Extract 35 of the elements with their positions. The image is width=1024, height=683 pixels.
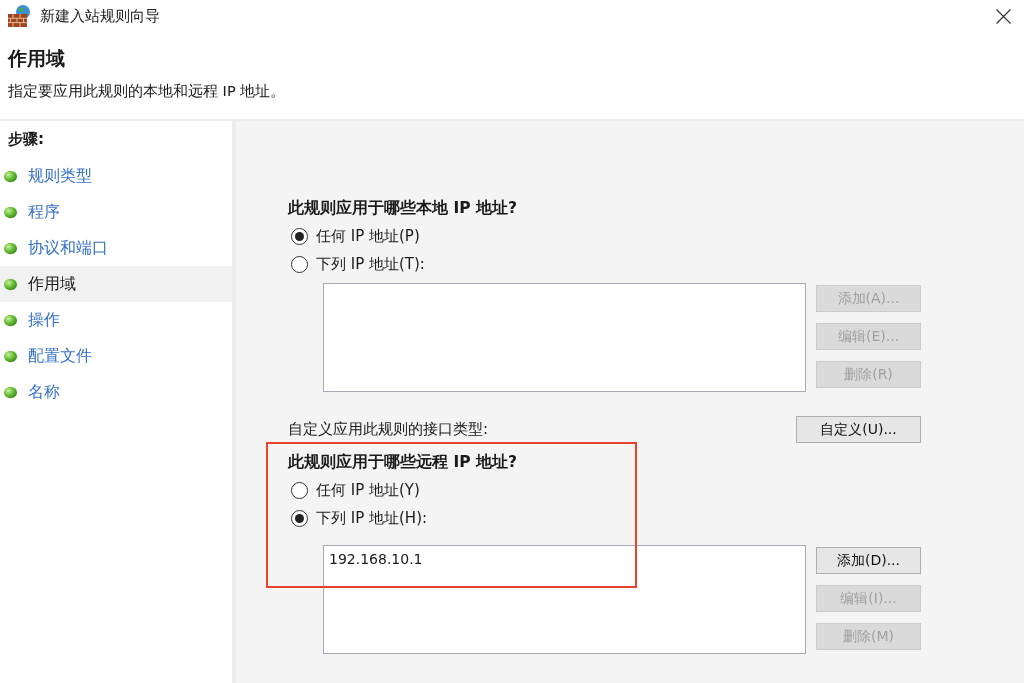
radio-label[interactable]: 任何 IP 地址(Y) [316, 480, 420, 500]
interface-type-label: 自定义应用此规则的接口类型: [288, 420, 489, 439]
sphere-icon [4, 169, 17, 183]
action-button[interactable]: 添加(D)... [816, 547, 921, 574]
sphere-icon [4, 205, 17, 219]
section-question: 此规则应用于哪些远程 IP 地址? [288, 452, 517, 472]
sphere-icon [4, 349, 17, 363]
sphere-icon [4, 277, 17, 291]
radio-button[interactable] [291, 481, 308, 499]
step-link[interactable]: 规则类型 [0, 158, 232, 194]
window-title: 新建入站规则向导 [40, 6, 160, 26]
radio-label[interactable]: 任何 IP 地址(P) [316, 226, 420, 246]
step-link[interactable]: 作用域 [0, 266, 232, 302]
customize-button[interactable]: 自定义(U)... [796, 416, 921, 443]
page-description: 指定要应用此规则的本地和远程 IP 地址。 [8, 82, 286, 101]
step-link[interactable]: 操作 [0, 302, 232, 338]
radio-button[interactable] [291, 227, 308, 245]
step-link[interactable]: 配置文件 [0, 338, 232, 374]
radio-button[interactable] [291, 255, 308, 273]
step-link[interactable]: 协议和端口 [0, 230, 232, 266]
radio-label[interactable]: 下列 IP 地址(T): [316, 254, 425, 274]
sphere-icon [4, 241, 17, 255]
sphere-icon [4, 313, 17, 327]
steps-heading: 步骤: [8, 129, 44, 149]
step-link[interactable]: 名称 [0, 374, 232, 410]
address-list[interactable]: 192.168.10.1 [323, 545, 806, 654]
radio-label[interactable]: 下列 IP 地址(H): [316, 508, 428, 528]
close-icon [995, 8, 1011, 24]
radio-button[interactable] [291, 509, 308, 527]
sphere-icon [4, 385, 17, 399]
brick-wall-globe-icon [8, 5, 32, 27]
step-link[interactable]: 程序 [0, 194, 232, 230]
section-question: 此规则应用于哪些本地 IP 地址? [288, 198, 517, 218]
address-entry[interactable]: 192.168.10.1 [329, 550, 423, 568]
page-title: 作用域 [8, 46, 65, 71]
